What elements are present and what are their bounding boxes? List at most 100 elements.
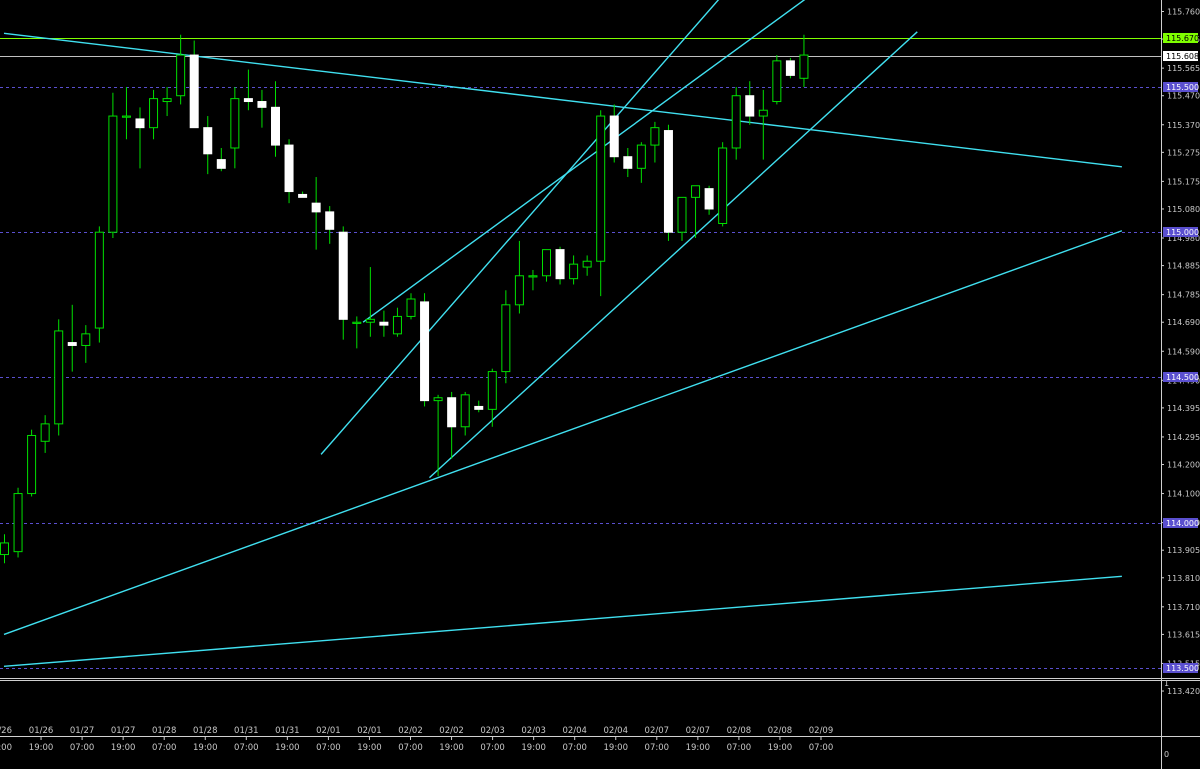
candle	[663, 124, 673, 241]
candle-body-bull	[636, 144, 646, 169]
time-tick-time: 19:00	[357, 743, 382, 753]
candle-body-bear	[243, 98, 253, 103]
time-tick-time: 19:00	[193, 743, 218, 753]
candle-body-bull	[514, 275, 524, 306]
price-tick-label: 114.100	[1167, 490, 1200, 499]
time-tick-time: 19:00	[521, 743, 546, 753]
time-tick-date: 01/26	[0, 726, 12, 736]
candle-body-bull	[596, 115, 606, 262]
price-tick-label: 113.710	[1167, 603, 1200, 612]
price-tick-label: 115.175	[1167, 177, 1200, 186]
candle-body-bear	[203, 127, 213, 155]
candle	[555, 246, 565, 285]
indicator-scale-label: 1	[1164, 679, 1169, 688]
candle	[13, 487, 23, 558]
time-tick-time: 07:00	[645, 743, 670, 753]
candle-body-bear	[338, 231, 348, 320]
candle-body-bear	[609, 115, 619, 158]
indicator-scale-label: 0	[1164, 750, 1169, 759]
time-tick-time: 07:00	[809, 743, 834, 753]
candle-body-bull	[406, 298, 416, 317]
time-tick-date: 02/04	[562, 726, 587, 736]
time-tick-time: 07:00	[0, 743, 12, 753]
candle	[772, 55, 782, 105]
candle-body-bull	[162, 98, 172, 103]
candle-body-bear	[298, 193, 308, 198]
price-tick-label: 113.420	[1167, 687, 1200, 696]
time-tick-date: 02/07	[686, 726, 711, 736]
candle-body-bear	[271, 106, 280, 146]
time-tick-date: 02/03	[480, 726, 505, 736]
time-tick-date: 01/27	[111, 726, 136, 736]
candle-body-bear	[257, 101, 267, 108]
time-tick-date: 02/02	[439, 726, 464, 736]
price-tick-label: 115.760	[1167, 8, 1200, 17]
candle-body-bear	[474, 405, 484, 410]
candlestick-chart: 115.760115.665115.565115.470115.370115.2…	[0, 0, 1200, 769]
level-tag-label: 115.608	[1166, 52, 1199, 61]
price-tick-label: 114.690	[1167, 318, 1200, 327]
price-tick-label: 115.080	[1167, 205, 1200, 214]
candle-body-bull	[731, 95, 741, 149]
time-tick-date: 02/07	[645, 726, 670, 736]
time-tick-date: 02/01	[357, 726, 382, 736]
candle	[27, 429, 37, 497]
price-tick-label: 114.200	[1167, 461, 1200, 470]
candle-body-bear	[447, 397, 457, 428]
candle-body-bear	[745, 95, 755, 117]
candle-body-bull	[365, 318, 375, 323]
time-tick-time: 19:00	[768, 743, 793, 753]
time-tick-date: 01/26	[29, 726, 54, 736]
time-tick-date: 02/08	[727, 726, 752, 736]
level-tag-label: 115.670	[1166, 34, 1199, 43]
time-tick-date: 02/03	[521, 726, 546, 736]
time-tick-date: 01/28	[152, 726, 177, 736]
candle-body-bear	[311, 202, 321, 213]
candle-body-bear	[135, 118, 145, 129]
candle-body-bull	[176, 54, 186, 97]
candle-body-bull	[352, 321, 362, 324]
time-tick-time: 19:00	[686, 743, 711, 753]
candle-body-bull	[40, 423, 50, 442]
time-tick-time: 07:00	[727, 743, 752, 753]
candle-body-bear	[216, 159, 226, 169]
level-tag-label: 114.000	[1166, 519, 1199, 528]
price-tick-label: 114.785	[1167, 291, 1200, 300]
candle-body-bull	[569, 263, 579, 280]
candle-body-bull	[121, 115, 131, 118]
price-tick-label: 113.810	[1167, 574, 1200, 583]
candle-body-bull	[149, 98, 159, 129]
candle-body-bull	[460, 394, 470, 428]
candle-body-bull	[27, 434, 37, 495]
time-tick-date: 02/08	[768, 726, 793, 736]
price-tick-label: 113.615	[1167, 630, 1200, 639]
time-tick-date: 01/28	[193, 726, 218, 736]
candle	[420, 293, 430, 407]
level-tag-label: 115.500	[1166, 83, 1199, 92]
candle-body-bull	[13, 493, 23, 553]
candle-body-bull	[54, 330, 64, 425]
price-tick-label: 114.395	[1167, 404, 1200, 413]
candle-body-bear	[420, 301, 430, 402]
time-tick-time: 07:00	[70, 743, 95, 753]
candle-body-bull	[392, 315, 402, 335]
price-tick-label: 114.295	[1167, 433, 1200, 442]
time-tick-time: 19:00	[111, 743, 136, 753]
candle-body-bear	[189, 54, 199, 129]
candle-body-bull	[691, 185, 701, 198]
time-tick-time: 07:00	[316, 743, 341, 753]
level-tag-label: 113.500	[1166, 664, 1199, 673]
time-tick-time: 19:00	[604, 743, 629, 753]
time-tick-date: 02/02	[398, 726, 423, 736]
price-tick-label: 115.370	[1167, 121, 1200, 130]
candle-body-bear	[704, 188, 714, 210]
time-tick-date: 01/31	[234, 726, 259, 736]
candle-body-bull	[230, 98, 240, 149]
candle-body-bull	[108, 115, 118, 233]
time-tick-time: 19:00	[439, 743, 464, 753]
candle-body-bull	[718, 147, 728, 224]
candle-body-bull	[94, 231, 104, 329]
time-tick-time: 07:00	[152, 743, 177, 753]
candle-body-bull	[487, 371, 497, 410]
candle	[718, 142, 728, 227]
